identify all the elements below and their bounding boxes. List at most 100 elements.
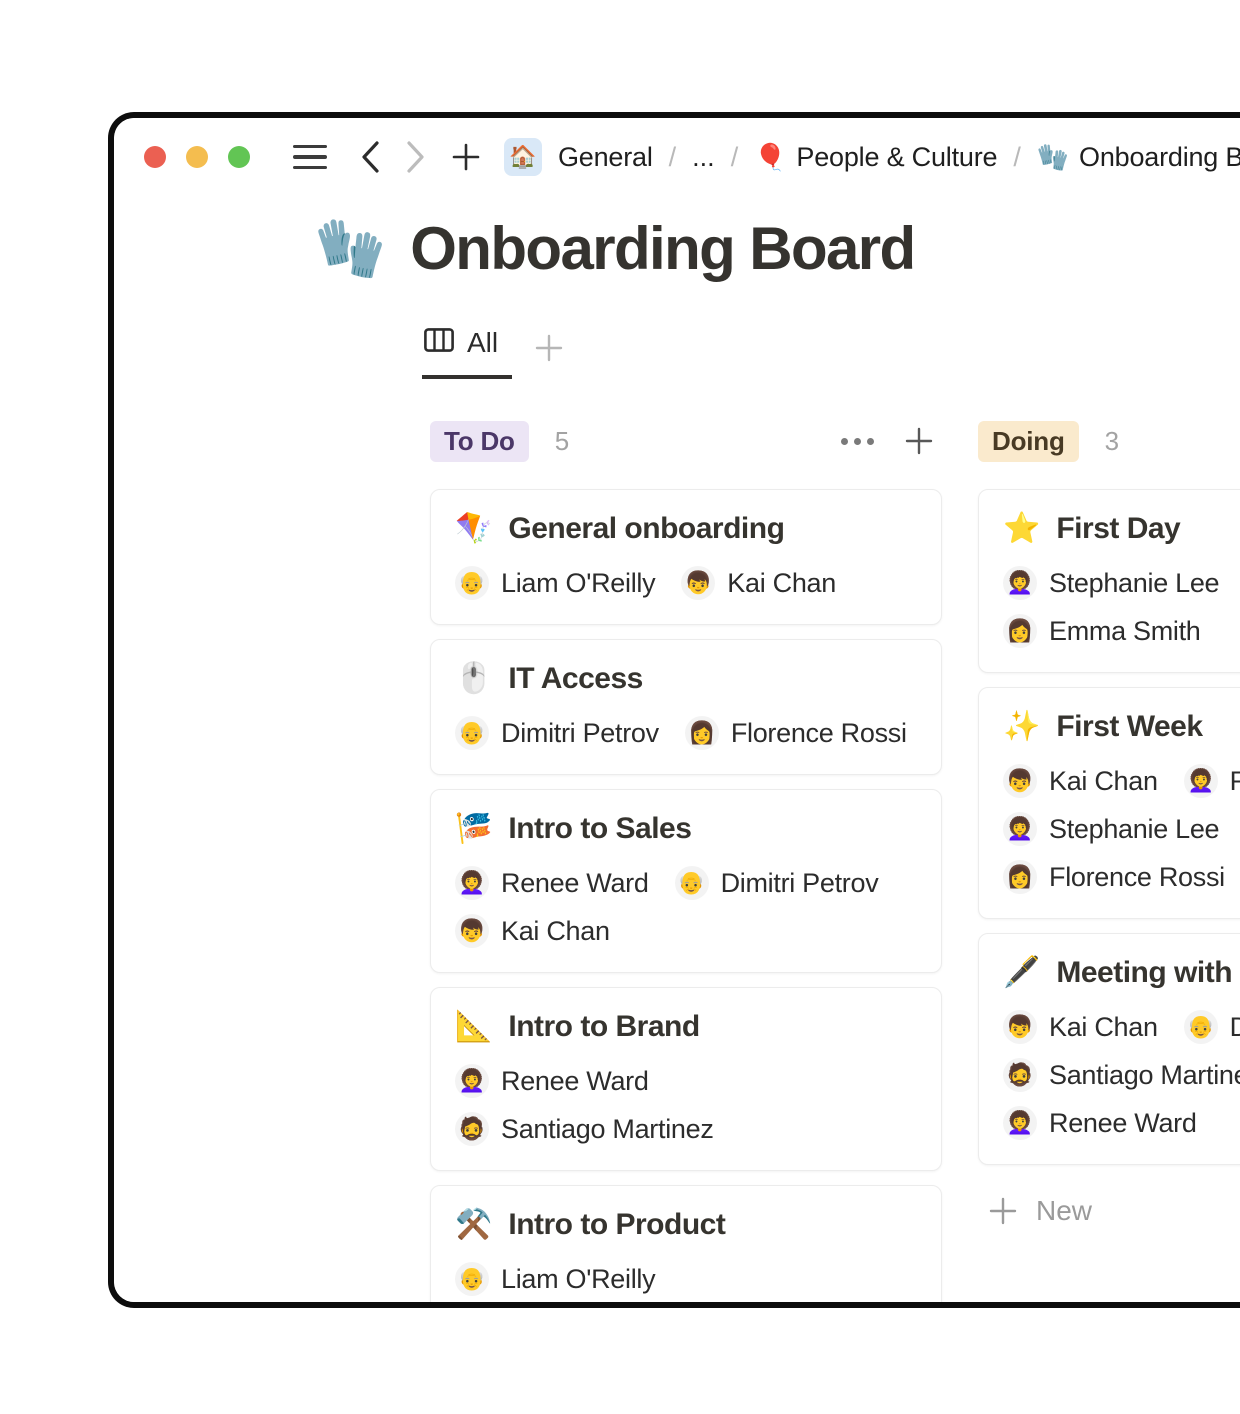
assignee[interactable]: 👩‍🦱 Renee Ward — [455, 1064, 649, 1098]
assignee[interactable]: 👴 Dimitri Petrov — [1183, 1010, 1240, 1044]
hamburger-menu-icon[interactable] — [292, 139, 328, 175]
avatar: 👴 — [455, 716, 489, 750]
assignee[interactable]: 👩‍🦱 Renee Ward — [455, 866, 649, 900]
board-card[interactable]: 🪁 General onboarding 👴 Liam O'Reilly 👦 K… — [430, 489, 942, 625]
triangular-ruler-icon: 📐 — [455, 1010, 493, 1043]
view-tabs: All — [422, 327, 1240, 379]
card-header: 🎏 Intro to Sales — [455, 812, 917, 846]
avatar: 👦 — [455, 914, 489, 948]
assignee[interactable]: 👴 Dimitri Petrov — [674, 866, 879, 900]
card-title: First Day — [1056, 512, 1181, 545]
card-header: ⚒️ Intro to Product — [455, 1208, 917, 1242]
status-badge[interactable]: To Do — [430, 420, 529, 462]
window-content: 🏠 General / ... / 🎈 People & Culture / 🧤… — [114, 118, 1240, 1302]
column-count: 5 — [554, 425, 570, 456]
kite-icon: 🪁 — [455, 512, 493, 545]
board-card[interactable]: 🖋️ Meeting with HR 👦 Kai Chan 👴 Dimitri … — [978, 933, 1240, 1165]
add-page-icon[interactable] — [450, 141, 482, 173]
card-assignees: 👴 Liam O'Reilly 🧔 Santiago Martinez 👩‍🦱 … — [455, 1262, 917, 1302]
breadcrumb-item-ellipsis[interactable]: ... — [692, 142, 715, 173]
column-header: Doing 3 — [978, 420, 1240, 462]
assignee[interactable]: 👦 Kai Chan — [1003, 764, 1158, 798]
add-view-icon[interactable] — [512, 333, 576, 379]
assignee[interactable]: 🧔 Santiago Martinez — [455, 1112, 714, 1146]
window-titlebar: 🏠 General / ... / 🎈 People & Culture / 🧤… — [114, 118, 1240, 196]
column-add-card-icon[interactable] — [904, 426, 934, 456]
add-new-card-button[interactable]: New — [978, 1179, 1240, 1227]
breadcrumb-item-onboarding-board[interactable]: 🧤 Onboarding B — [1037, 142, 1240, 173]
avatar: 👩‍🦱 — [1003, 812, 1037, 846]
board-card[interactable]: ✨ First Week 👦 Kai Chan 👩‍🦱 Renee Ward — [978, 687, 1240, 919]
avatar: 👩 — [684, 716, 719, 750]
card-header: ⭐ First Day — [1003, 512, 1240, 546]
minimize-window-button[interactable] — [186, 146, 208, 168]
assignee[interactable]: 👩‍🦱 Stephanie Lee — [1003, 812, 1220, 846]
assignee[interactable]: 👩 Florence Rossi — [684, 716, 907, 750]
sparkles-icon: ✨ — [1003, 710, 1041, 743]
assignee-name: Dimitri Petrov — [720, 867, 879, 898]
assignee[interactable]: 👩 Florence Rossi — [1003, 860, 1225, 894]
board-card[interactable]: 🎏 Intro to Sales 👩‍🦱 Renee Ward 👴 Dimitr… — [430, 789, 942, 973]
avatar: 👦 — [1003, 1010, 1037, 1044]
maximize-window-button[interactable] — [228, 146, 250, 168]
assignee[interactable]: 👩‍🦱 Renee Ward — [1183, 764, 1240, 798]
card-header: 🖋️ Meeting with HR — [1003, 956, 1240, 990]
assignee[interactable]: 👩‍🦱 Stephanie Lee — [1003, 566, 1220, 600]
assignee-name: Renee Ward — [1049, 1107, 1197, 1138]
card-assignees: 👩‍🦱 Stephanie Lee 👩‍🦱 Renee Ward 👩 Emma … — [1003, 566, 1240, 648]
card-title: Intro to Sales — [508, 812, 692, 845]
column-more-options-icon[interactable] — [841, 437, 874, 445]
glove-icon: 🧤 — [1036, 142, 1070, 172]
add-new-card-label: New — [1036, 1195, 1093, 1226]
board-card[interactable]: 📐 Intro to Brand 👩‍🦱 Renee Ward 🧔 Santia… — [430, 987, 942, 1171]
card-header: 🖱️ IT Access — [455, 662, 917, 696]
avatar: 🧔 — [455, 1112, 489, 1146]
breadcrumb-item-general[interactable]: General — [558, 142, 653, 173]
assignee-name: Kai Chan — [1049, 1011, 1158, 1042]
assignee-name: Kai Chan — [727, 567, 836, 598]
plus-icon — [988, 1196, 1018, 1226]
assignee-name: Renee Ward — [501, 1065, 649, 1096]
card-assignees: 👴 Liam O'Reilly 👦 Kai Chan — [455, 566, 917, 600]
assignee[interactable]: 👴 Liam O'Reilly — [455, 566, 656, 600]
card-header: 📐 Intro to Brand — [455, 1010, 917, 1044]
assignee-name: Kai Chan — [501, 915, 610, 946]
home-icon[interactable]: 🏠 — [504, 138, 542, 176]
status-badge[interactable]: Doing — [978, 420, 1079, 462]
glove-icon[interactable]: 🧤 — [314, 219, 386, 278]
assignee-name: Florence Rossi — [730, 717, 907, 748]
back-arrow-icon[interactable] — [360, 140, 382, 174]
board-card[interactable]: ⚒️ Intro to Product 👴 Liam O'Reilly 🧔 Sa… — [430, 1185, 942, 1302]
balloon-icon: 🎈 — [754, 142, 787, 172]
assignee[interactable]: 👴 Dimitri Petrov — [455, 716, 659, 750]
tab-all[interactable]: All — [422, 327, 513, 379]
assignee[interactable]: 👦 Kai Chan — [455, 914, 610, 948]
assignee[interactable]: 👩‍🦱 Renee Ward — [1003, 1106, 1197, 1140]
board-card[interactable]: ⭐ First Day 👩‍🦱 Stephanie Lee 👩‍🦱 Renee … — [978, 489, 1240, 673]
assignee[interactable]: 👴 Liam O'Reilly — [455, 1262, 656, 1296]
assignee[interactable]: 👦 Kai Chan — [681, 566, 836, 600]
page-title[interactable]: Onboarding Board — [410, 214, 916, 283]
column-count: 3 — [1104, 425, 1120, 456]
card-title: Intro to Product — [508, 1208, 726, 1241]
card-title: General onboarding — [508, 512, 785, 545]
card-assignees: 👴 Dimitri Petrov 👩 Florence Rossi — [455, 716, 917, 750]
breadcrumb-item-people-culture[interactable]: 🎈 People & Culture — [754, 142, 997, 173]
assignee[interactable]: 👩 Emma Smith — [1003, 614, 1201, 648]
avatar: 👦 — [1003, 764, 1037, 798]
assignee-name: Stephanie Lee — [1049, 567, 1220, 598]
board-view-icon — [424, 327, 454, 359]
column-header: To Do 5 — [430, 420, 942, 462]
assignee[interactable]: 🧔 Santiago Martinez — [1003, 1058, 1240, 1092]
avatar: 👦 — [681, 566, 716, 600]
assignee-name: Liam O'Reilly — [501, 567, 656, 598]
assignee[interactable]: 👦 Kai Chan — [1003, 1010, 1158, 1044]
forward-arrow-icon[interactable] — [404, 140, 426, 174]
page-header: 🧤 Onboarding Board — [114, 196, 1240, 283]
close-window-button[interactable] — [144, 146, 166, 168]
card-assignees: 👦 Kai Chan 👩‍🦱 Renee Ward 👩‍🦱 Stephanie … — [1003, 764, 1240, 894]
board-card[interactable]: 🖱️ IT Access 👴 Dimitri Petrov 👩 Florence… — [430, 639, 942, 775]
assignee-name: Florence Rossi — [1049, 861, 1225, 892]
assignee-name: Renee Ward — [501, 867, 649, 898]
card-header: 🪁 General onboarding — [455, 512, 917, 546]
